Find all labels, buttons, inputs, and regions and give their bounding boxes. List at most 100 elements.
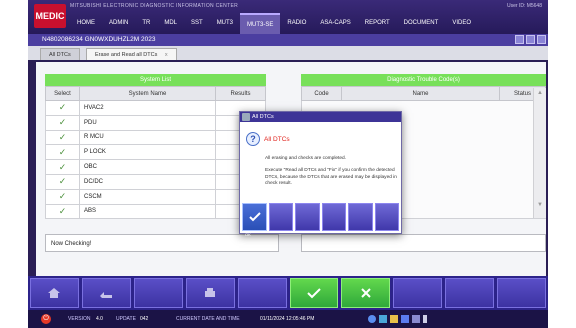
toolbar-button-9[interactable] (445, 278, 495, 308)
col-results: Results (215, 86, 266, 101)
maximize-icon[interactable] (526, 35, 535, 44)
menu-asa-caps[interactable]: ASA-CAPS (313, 13, 357, 34)
tab-all-dtcs[interactable]: All DTCs (40, 48, 80, 60)
settings-icon[interactable] (412, 315, 420, 323)
system-name: ABS (79, 203, 216, 220)
ok-button[interactable]: OK (242, 203, 267, 237)
toolbar-button-3[interactable] (133, 278, 183, 308)
menu-mut3[interactable]: MUT3 (210, 13, 240, 34)
help-icon[interactable] (368, 315, 376, 323)
toolbar-button-10[interactable] (497, 278, 547, 308)
status-bar: ⏻ VERSION 4.0 UPDATE 042 CURRENT DATE AN… (28, 310, 548, 328)
menu-sst[interactable]: SST (184, 13, 210, 34)
system-list-panel: System List Select System Name Results ✓… (45, 74, 266, 220)
top-nav: MEDIC MITSUBISHI ELECTRONIC DIAGNOSTIC I… (28, 0, 548, 34)
dialog-button-3[interactable] (295, 203, 320, 231)
toolbar-button-5[interactable] (237, 278, 287, 308)
table-row[interactable]: ✓ DC/DC (45, 173, 266, 190)
all-dtcs-dialog: All DTCs ? All DTCs All erasing and chec… (239, 111, 402, 237)
menu-document[interactable]: DOCUMENT (397, 13, 446, 34)
table-row[interactable]: ✓ PDU (45, 114, 266, 131)
select-checkbox[interactable]: ✓ (45, 129, 80, 146)
menu-mut3-se[interactable]: MUT3-SE (240, 13, 281, 34)
tab-erase-read-dtcs[interactable]: Erase and Read all DTCs x (86, 48, 177, 60)
menu-tr[interactable]: TR (135, 13, 157, 34)
check-icon (307, 288, 321, 299)
minimize-icon[interactable] (515, 35, 524, 44)
system-list-table: Select System Name Results ✓ HVAC2 ✓ PDU ✓… (45, 86, 266, 220)
system-list-title: System List (45, 74, 266, 86)
network-icon[interactable] (379, 315, 387, 323)
folder-icon[interactable] (390, 315, 398, 323)
dialog-button-5[interactable] (348, 203, 373, 231)
power-icon[interactable]: ⏻ (41, 314, 51, 324)
table-row[interactable]: ✓ R MCU (45, 129, 266, 146)
col-select: Select (45, 86, 80, 101)
dialog-button-row: OK (242, 203, 399, 237)
dialog-heading: All DTCs (264, 136, 290, 143)
dtc-panel-title: Diagnostic Trouble Code(s) (301, 74, 546, 86)
home-button[interactable] (30, 278, 79, 308)
question-icon: ? (246, 132, 260, 146)
close-icon[interactable] (537, 35, 546, 44)
table-row[interactable]: ✓ HVAC2 (45, 100, 266, 116)
select-checkbox[interactable]: ✓ (45, 100, 80, 116)
tray-icons (368, 315, 427, 323)
col-code: Code (301, 86, 342, 101)
system-name: PDU (79, 114, 216, 131)
table-row[interactable]: ✓ P LOCK (45, 144, 266, 161)
home-icon (48, 288, 61, 298)
table-row[interactable]: ✓ CSCM (45, 188, 266, 205)
print-button[interactable] (185, 278, 235, 308)
main-menu: HOME ADMIN TR MDL SST MUT3 MUT3-SE RADIO… (70, 13, 478, 34)
window-controls (515, 35, 546, 44)
select-checkbox[interactable]: ✓ (45, 114, 80, 131)
version-value: 4.0 (96, 316, 103, 322)
menu-mdl[interactable]: MDL (157, 13, 184, 34)
dialog-message-2: Execute "Read all DTCs and "Fix" if you … (265, 168, 397, 186)
sound-icon[interactable] (401, 315, 409, 323)
user-id: User ID: M5648 (506, 3, 542, 9)
version-label: VERSION (68, 316, 91, 322)
dtc-scrollbar[interactable]: ▲ ▼ (533, 88, 546, 218)
status-field-right (301, 234, 546, 252)
system-name: HVAC2 (79, 100, 216, 116)
close-x-icon (361, 288, 371, 298)
select-checkbox[interactable]: ✓ (45, 159, 80, 175)
table-row[interactable]: ✓ ABS (45, 203, 266, 220)
toolbar-button-8[interactable] (393, 278, 443, 308)
dialog-button-4[interactable] (321, 203, 346, 231)
col-name: Name (341, 86, 500, 101)
select-checkbox[interactable]: ✓ (45, 188, 80, 205)
confirm-button[interactable] (289, 278, 339, 308)
system-name: DC/DC (79, 173, 216, 190)
tab-erase-read-label: Erase and Read all DTCs (95, 52, 158, 58)
menu-video[interactable]: VIDEO (445, 13, 478, 34)
app-frame: MEDIC MITSUBISHI ELECTRONIC DIAGNOSTIC I… (28, 0, 548, 328)
select-checkbox[interactable]: ✓ (45, 203, 80, 220)
cancel-button[interactable] (341, 278, 391, 308)
system-name: CSCM (79, 188, 216, 205)
scroll-up-icon[interactable]: ▲ (534, 90, 546, 96)
menu-report[interactable]: REPORT (358, 13, 397, 34)
menu-home[interactable]: HOME (70, 13, 102, 34)
system-name: R MCU (79, 129, 216, 146)
datetime-label: CURRENT DATE AND TIME (176, 316, 240, 322)
system-name: OBC (79, 159, 216, 175)
dialog-title-bar: All DTCs (240, 112, 401, 122)
col-system-name: System Name (79, 86, 216, 101)
menu-admin[interactable]: ADMIN (102, 13, 135, 34)
back-button[interactable] (81, 278, 131, 308)
table-row[interactable]: ✓ OBC (45, 159, 266, 175)
dialog-button-6[interactable] (374, 203, 399, 231)
status-field: Now Checking! (45, 234, 279, 252)
print-icon (205, 288, 216, 297)
dialog-button-2[interactable] (268, 203, 293, 231)
select-checkbox[interactable]: ✓ (45, 144, 80, 161)
tab-close-icon[interactable]: x (165, 52, 168, 58)
menu-radio[interactable]: RADIO (280, 13, 313, 34)
select-checkbox[interactable]: ✓ (45, 173, 80, 190)
scroll-down-icon[interactable]: ▼ (534, 202, 546, 208)
ok-label: OK (245, 232, 251, 237)
update-label: UPDATE (116, 316, 136, 322)
